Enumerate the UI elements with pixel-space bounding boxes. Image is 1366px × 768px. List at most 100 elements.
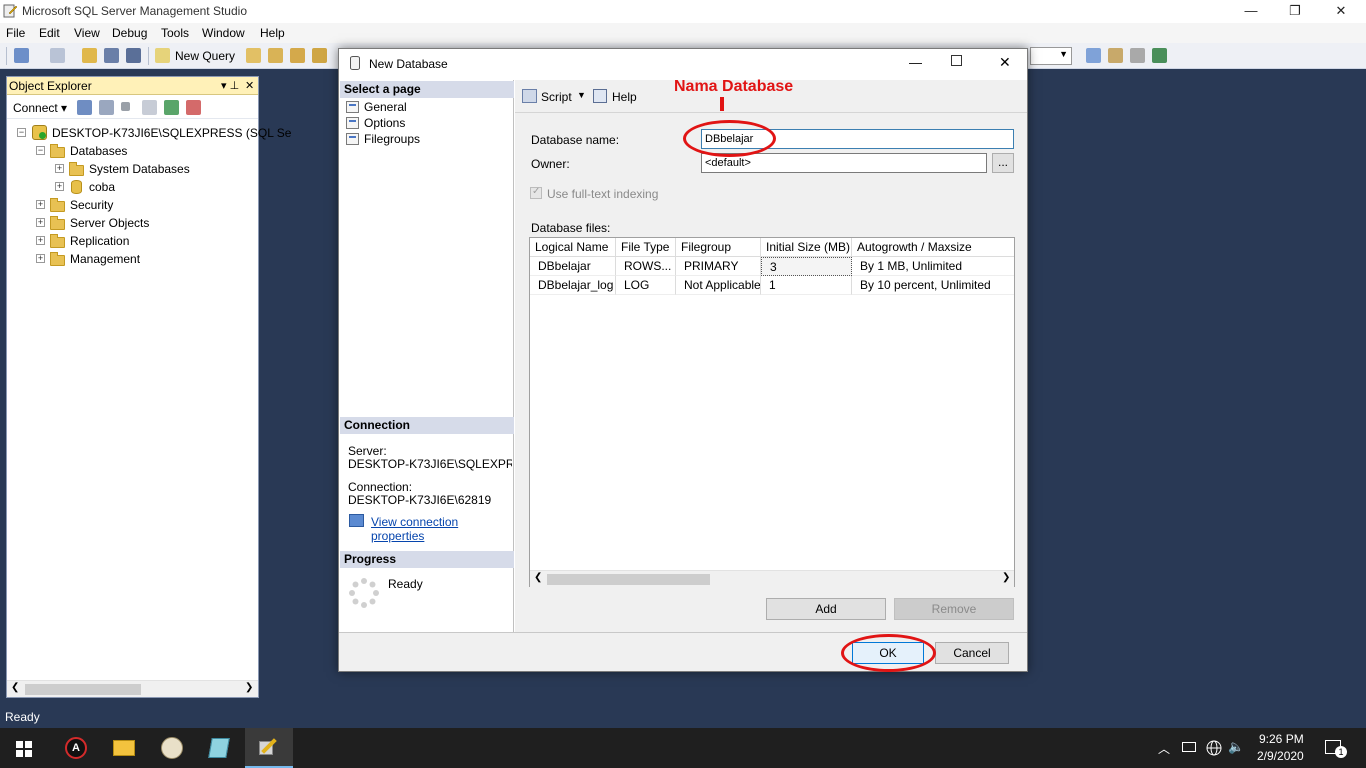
- save-all-icon[interactable]: [126, 48, 141, 63]
- taskbar-app-antivirus[interactable]: A: [52, 728, 100, 768]
- menu-view[interactable]: View: [74, 26, 100, 40]
- solution-config-dropdown[interactable]: ▼: [1030, 47, 1072, 65]
- view-connection-properties-link[interactable]: View connection properties: [371, 515, 513, 543]
- remove-file-button[interactable]: Remove: [894, 598, 1014, 620]
- expand-icon[interactable]: +: [36, 254, 45, 263]
- window-icon[interactable]: [1152, 48, 1167, 63]
- open-folder-icon[interactable]: [82, 48, 97, 63]
- help-button[interactable]: Help: [612, 90, 637, 104]
- taskbar-app-ssms[interactable]: [245, 728, 293, 768]
- dialog-minimize-button[interactable]: —: [909, 55, 922, 70]
- clock-time[interactable]: 9:26 PM: [1259, 732, 1304, 746]
- col-logical-name[interactable]: Logical Name: [530, 238, 616, 257]
- battery-icon[interactable]: [1182, 742, 1196, 752]
- scroll-right-icon[interactable]: ❯: [1002, 572, 1010, 583]
- owner-browse-button[interactable]: ...: [992, 153, 1014, 173]
- tray-overflow-icon[interactable]: ︿: [1158, 740, 1170, 757]
- add-file-button[interactable]: Add: [766, 598, 886, 620]
- new-project-icon[interactable]: [14, 48, 29, 63]
- cancel-button[interactable]: Cancel: [935, 642, 1009, 664]
- db-query-icon[interactable]: [246, 48, 261, 63]
- database-files-grid[interactable]: Logical Name File Type Filegroup Initial…: [529, 237, 1015, 587]
- network-globe-icon[interactable]: [1206, 740, 1222, 756]
- scroll-right-icon[interactable]: ❯: [245, 682, 253, 693]
- dmx-query-icon[interactable]: [290, 48, 305, 63]
- xmla-query-icon[interactable]: [312, 48, 327, 63]
- properties-icon[interactable]: [1108, 48, 1123, 63]
- expand-icon[interactable]: +: [55, 182, 64, 191]
- table-row-cell[interactable]: PRIMARY: [676, 257, 761, 276]
- close-panel-icon[interactable]: ✕: [245, 79, 254, 92]
- menu-window[interactable]: Window: [202, 26, 245, 40]
- disconnect-icon[interactable]: [99, 100, 114, 115]
- menu-file[interactable]: File: [6, 26, 25, 40]
- new-query-button[interactable]: New Query: [175, 49, 235, 63]
- expand-icon[interactable]: +: [36, 236, 45, 245]
- tools-icon[interactable]: [1130, 48, 1145, 63]
- tree-system-databases-node[interactable]: + System Databases: [53, 160, 253, 178]
- script-button[interactable]: Script: [541, 90, 572, 104]
- scroll-left-icon[interactable]: ❮: [534, 572, 542, 583]
- col-filegroup[interactable]: Filegroup: [676, 238, 761, 257]
- expand-icon[interactable]: +: [55, 164, 64, 173]
- pin-icon[interactable]: ▾ ⊥: [221, 79, 239, 92]
- expand-icon[interactable]: +: [36, 200, 45, 209]
- table-row-cell[interactable]: DBbelajar_log: [530, 276, 616, 295]
- volume-muted-icon[interactable]: 🔈: [1228, 739, 1244, 755]
- restore-button[interactable]: ❐: [1272, 0, 1318, 23]
- table-row-cell[interactable]: LOG: [616, 276, 676, 295]
- grid-icon[interactable]: [50, 48, 65, 63]
- table-row-cell[interactable]: ROWS...: [616, 257, 676, 276]
- taskbar-app-paint[interactable]: [148, 728, 196, 768]
- refresh-icon[interactable]: [164, 100, 179, 115]
- dialog-close-button[interactable]: ✕: [999, 54, 1011, 71]
- table-row-cell[interactable]: 1: [761, 276, 852, 295]
- connect-server-icon[interactable]: [77, 100, 92, 115]
- tree-replication-node[interactable]: + Replication: [34, 232, 254, 250]
- dialog-maximize-button[interactable]: [951, 55, 962, 66]
- table-row-cell[interactable]: By 1 MB, Unlimited: [852, 257, 1014, 276]
- scroll-thumb[interactable]: [25, 684, 141, 695]
- mdx-query-icon[interactable]: [268, 48, 283, 63]
- tree-coba-node[interactable]: + coba: [53, 178, 253, 196]
- table-row-cell[interactable]: DBbelajar: [530, 257, 616, 276]
- windows-start-icon[interactable]: [16, 741, 32, 757]
- table-row-cell[interactable]: By 10 percent, Unlimited: [852, 276, 1014, 295]
- new-query-icon[interactable]: [155, 48, 170, 63]
- tree-server-node[interactable]: − DESKTOP-K73JI6E\SQLEXPRESS (SQL Se: [15, 124, 291, 142]
- menu-tools[interactable]: Tools: [161, 26, 189, 40]
- stop-icon[interactable]: [121, 102, 130, 111]
- tree-databases-node[interactable]: − Databases: [34, 142, 254, 160]
- horizontal-scrollbar[interactable]: ❮ ❯: [7, 680, 258, 697]
- table-row-cell[interactable]: 3: [761, 257, 852, 276]
- menu-help[interactable]: Help: [260, 26, 285, 40]
- close-button[interactable]: ✕: [1318, 0, 1364, 23]
- collapse-icon[interactable]: −: [17, 128, 26, 137]
- expand-icon[interactable]: +: [36, 218, 45, 227]
- tree-security-node[interactable]: + Security: [34, 196, 254, 214]
- collapse-icon[interactable]: −: [36, 146, 45, 155]
- table-row-cell[interactable]: Not Applicable: [676, 276, 761, 295]
- script-dropdown-icon[interactable]: ▼: [577, 90, 586, 100]
- taskbar-app-notes[interactable]: [196, 728, 244, 768]
- clock-date[interactable]: 2/9/2020: [1257, 749, 1304, 763]
- fulltext-checkbox[interactable]: ✓: [530, 186, 542, 199]
- grid-horizontal-scrollbar[interactable]: ❮ ❯: [530, 570, 1014, 587]
- connect-button[interactable]: Connect ▾: [13, 101, 67, 115]
- menu-debug[interactable]: Debug: [112, 26, 147, 40]
- notification-center-icon[interactable]: 1: [1325, 740, 1347, 758]
- col-autogrowth[interactable]: Autogrowth / Maxsize: [852, 238, 1014, 257]
- col-initial-size[interactable]: Initial Size (MB): [761, 238, 852, 257]
- taskbar-app-file-explorer[interactable]: [100, 728, 148, 768]
- scroll-left-icon[interactable]: ❮: [11, 682, 19, 693]
- save-icon[interactable]: [104, 48, 119, 63]
- scroll-thumb[interactable]: [547, 574, 710, 585]
- col-file-type[interactable]: File Type: [616, 238, 676, 257]
- activity-monitor-icon[interactable]: [186, 100, 201, 115]
- find-icon[interactable]: [1086, 48, 1101, 63]
- minimize-button[interactable]: —: [1228, 0, 1274, 23]
- filter-icon[interactable]: [142, 100, 157, 115]
- tree-management-node[interactable]: + Management: [34, 250, 254, 268]
- menu-edit[interactable]: Edit: [39, 26, 60, 40]
- tree-server-objects-node[interactable]: + Server Objects: [34, 214, 254, 232]
